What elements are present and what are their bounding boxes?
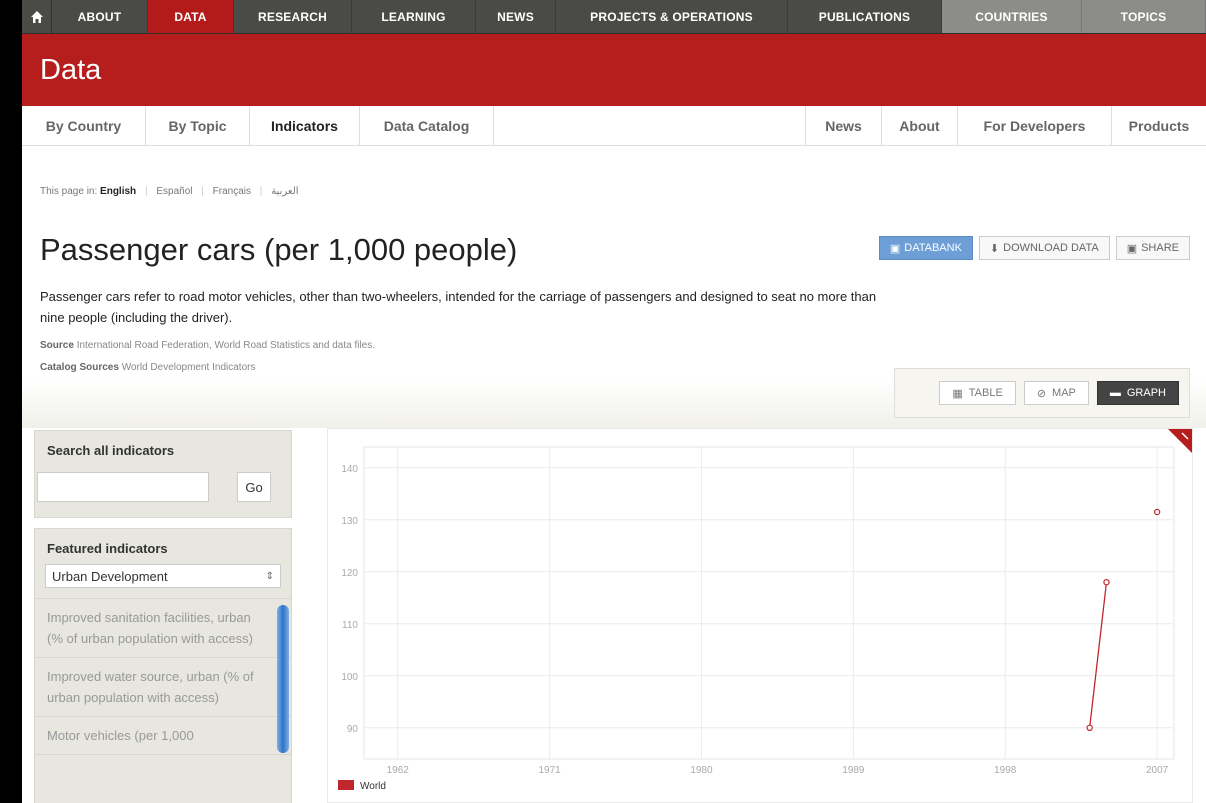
x-tick-label: 1971 (539, 765, 562, 776)
download-label: DOWNLOAD DATA (1003, 242, 1099, 254)
legend-swatch (338, 780, 354, 790)
download-data-button[interactable]: ⬇ DOWNLOAD DATA (978, 236, 1110, 260)
featured-indicators-box: Featured indicators Urban Development ⇕ … (34, 528, 292, 803)
list-scrollbar[interactable] (277, 605, 289, 753)
data-point (1103, 578, 1110, 586)
globe-icon: ⊘ (1036, 387, 1047, 400)
share-icon: ▣ (1126, 242, 1138, 255)
tab-for-developers[interactable]: For Developers (958, 106, 1112, 145)
table-icon: ▦ (952, 387, 963, 400)
x-tick-label: 2007 (1146, 765, 1169, 776)
tab-data-catalog[interactable]: Data Catalog (360, 106, 494, 145)
databank-label: DATABANK (904, 242, 962, 254)
catalog-label: Catalog Sources (40, 362, 119, 373)
top-navigation: ABOUT DATA RESEARCH LEARNING NEWS PROJEC… (22, 0, 1206, 34)
nav-topics[interactable]: TOPICS (1082, 0, 1206, 33)
sub-navigation: By Country By Topic Indicators Data Cata… (22, 106, 1206, 146)
featured-topic-value: Urban Development (52, 568, 168, 584)
download-icon: ⬇ (989, 242, 1000, 255)
view-graph-label: GRAPH (1126, 387, 1166, 399)
tab-by-country[interactable]: By Country (22, 106, 146, 145)
chart-corner-tab-icon[interactable] (1168, 429, 1192, 453)
search-indicators-box: Search all indicators Go (34, 430, 292, 518)
home-button[interactable] (22, 0, 52, 33)
data-point (1153, 508, 1161, 516)
nav-publications[interactable]: PUBLICATIONS (788, 0, 942, 33)
line-chart: 90 100 110 120 130 140 1962 1971 1980 1989 1998 200… (338, 446, 1175, 792)
language-link-french[interactable]: Français (213, 186, 251, 197)
featured-indicator-list: Improved sanitation facilities, urban (%… (35, 598, 291, 788)
nav-projects-operations[interactable]: PROJECTS & OPERATIONS (556, 0, 788, 33)
featured-indicator-item[interactable]: Improved water source, urban (% of urban… (35, 658, 291, 717)
select-arrows-icon: ⇕ (265, 570, 274, 582)
databank-icon: ▣ (889, 242, 901, 255)
language-prefix: This page in: (40, 186, 98, 197)
y-tick-label: 100 (341, 672, 358, 683)
x-tick-label: 1989 (842, 765, 865, 776)
source-label: Source (40, 340, 74, 351)
search-title: Search all indicators (47, 443, 175, 458)
indicator-actions: ▣ DATABANK ⬇ DOWNLOAD DATA ▣ SHARE (878, 236, 1190, 260)
indicator-description: Passenger cars refer to road motor vehic… (40, 289, 877, 325)
nav-research[interactable]: RESEARCH (234, 0, 352, 33)
source-text: International Road Federation, World Roa… (76, 340, 376, 351)
language-switcher: This page in: English | Español | França… (40, 186, 299, 197)
plot-area (363, 446, 1175, 760)
view-map-label: MAP (1052, 387, 1076, 399)
y-tick-label: 120 (341, 568, 358, 579)
chart-panel: 90 100 110 120 130 140 1962 1971 1980 1989 1998 200… (327, 428, 1193, 803)
x-tick-label: 1980 (690, 765, 713, 776)
nav-news[interactable]: NEWS (476, 0, 556, 33)
share-label: SHARE (1141, 242, 1179, 254)
tab-indicators[interactable]: Indicators (250, 106, 360, 145)
indicator-source: Source International Road Federation, Wo… (40, 340, 375, 351)
indicator-title: Passenger cars (per 1,000 people) (40, 232, 518, 267)
view-table-button[interactable]: ▦ TABLE (939, 381, 1016, 405)
tab-by-topic[interactable]: By Topic (146, 106, 250, 145)
nav-about[interactable]: ABOUT (52, 0, 148, 33)
section-banner: Data (22, 34, 1206, 106)
language-link-arabic[interactable]: العربية (271, 186, 298, 197)
view-switcher: ▦ TABLE ⊘ MAP ▬ GRAPH (894, 368, 1190, 418)
share-button[interactable]: ▣ SHARE (1115, 236, 1190, 260)
x-tick-label: 1998 (994, 765, 1017, 776)
nav-learning[interactable]: LEARNING (352, 0, 476, 33)
featured-indicator-item[interactable]: Improved sanitation facilities, urban (%… (35, 599, 291, 658)
language-link-spanish[interactable]: Español (156, 186, 192, 197)
featured-title: Featured indicators (47, 541, 168, 556)
go-button[interactable]: Go (237, 472, 271, 502)
home-icon (30, 10, 43, 23)
search-input[interactable] (37, 472, 209, 502)
view-table-label: TABLE (968, 387, 1003, 399)
y-tick-label: 130 (341, 516, 358, 527)
view-map-button[interactable]: ⊘ MAP (1023, 381, 1089, 405)
legend-label: World (360, 781, 386, 792)
tab-about[interactable]: About (882, 106, 958, 145)
sidebar: Search all indicators Go Featured indica… (34, 430, 292, 803)
nav-countries[interactable]: COUNTRIES (942, 0, 1082, 33)
subnav-spacer (494, 106, 806, 145)
nav-data[interactable]: DATA (148, 0, 234, 33)
featured-topic-select[interactable]: Urban Development ⇕ (45, 564, 281, 588)
catalog-sources: Catalog Sources World Development Indica… (40, 362, 255, 373)
language-current: English (100, 186, 137, 197)
databank-button[interactable]: ▣ DATABANK (878, 236, 973, 260)
y-tick-label: 110 (342, 620, 358, 631)
featured-indicator-item[interactable]: Motor vehicles (per 1,000 (35, 717, 291, 755)
x-tick-label: 1962 (387, 765, 410, 776)
data-point (1086, 724, 1093, 731)
view-graph-button[interactable]: ▬ GRAPH (1096, 381, 1179, 405)
y-tick-label: 140 (341, 464, 358, 475)
y-tick-label: 90 (347, 724, 359, 735)
section-title: Data (40, 54, 102, 86)
graph-icon: ▬ (1109, 387, 1121, 399)
tab-news[interactable]: News (806, 106, 882, 145)
tab-products[interactable]: Products (1112, 106, 1206, 145)
page: ABOUT DATA RESEARCH LEARNING NEWS PROJEC… (22, 0, 1206, 803)
catalog-link[interactable]: World Development Indicators (122, 362, 256, 373)
